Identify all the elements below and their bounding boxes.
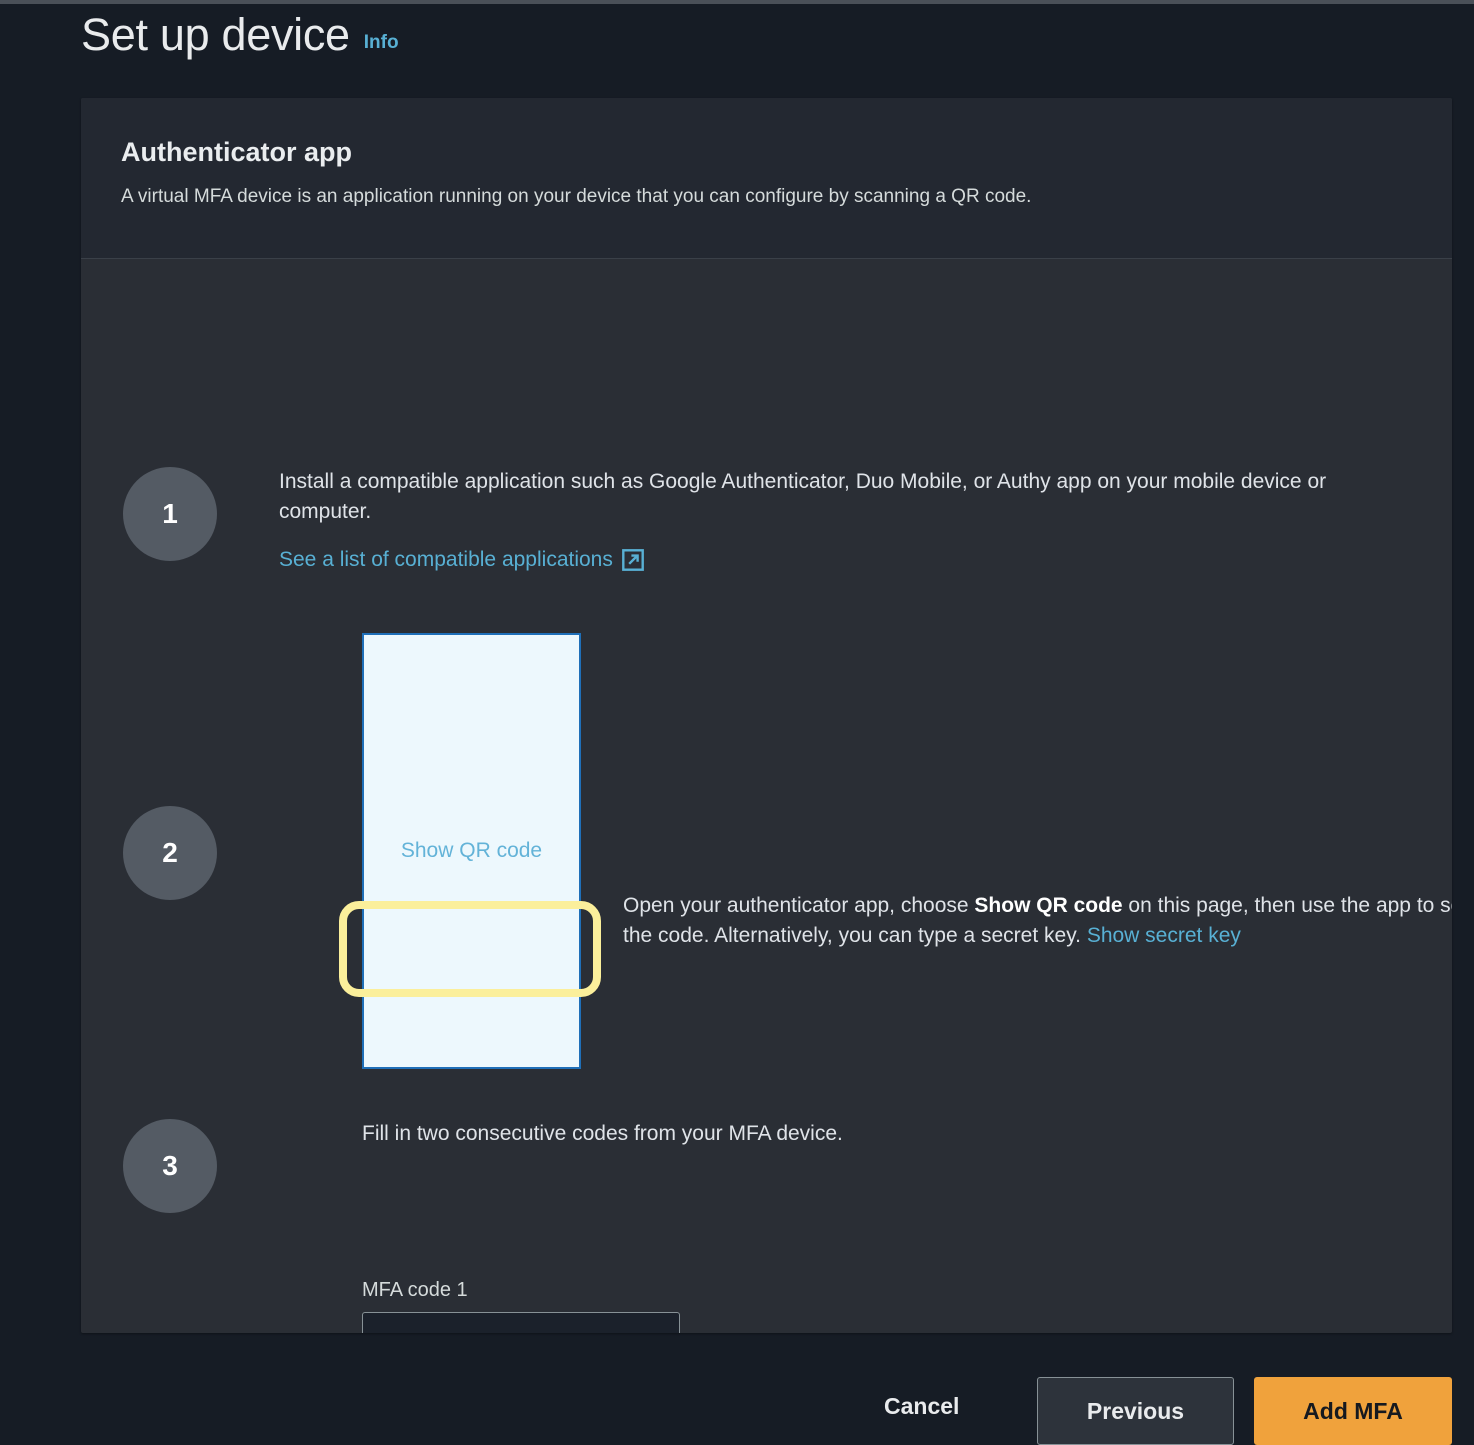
footer-actions — [0, 1360, 1474, 1440]
compatible-applications-link-label: See a list of compatible applications — [279, 547, 613, 571]
setup-device-card: Authenticator app A virtual MFA device i… — [81, 98, 1452, 1333]
step-1-number: 1 — [123, 467, 217, 561]
mfa-code-1-input[interactable] — [362, 1312, 680, 1333]
page-header: Set up device Info — [81, 4, 1452, 64]
mfa-code-1-group: MFA code 1 — [362, 1279, 680, 1333]
step-2: 2 — [123, 806, 1413, 900]
step-1-text: Install a compatible application such as… — [279, 470, 1327, 523]
previous-button[interactable]: Previous — [1037, 1377, 1234, 1445]
card-header: Authenticator app A virtual MFA device i… — [81, 98, 1452, 259]
step-1-content: Install a compatible application such as… — [279, 467, 1413, 572]
step-3-number: 3 — [123, 1119, 217, 1213]
compatible-applications-link[interactable]: See a list of compatible applications — [279, 548, 644, 572]
show-qr-code-button[interactable]: Show QR code — [364, 839, 579, 863]
add-mfa-button[interactable]: Add MFA — [1254, 1377, 1452, 1445]
show-secret-key-link[interactable]: Show secret key — [1087, 924, 1241, 947]
qr-code-area: Show QR code — [362, 633, 581, 1069]
step-2-text-bold: Show QR code — [974, 894, 1123, 917]
qr-code-placeholder: Show QR code — [362, 633, 581, 1069]
card-body: 1 Install a compatible application such … — [81, 259, 1452, 1333]
step-1: 1 Install a compatible application such … — [123, 467, 1413, 572]
info-link[interactable]: Info — [364, 32, 399, 54]
mfa-code-1-label: MFA code 1 — [362, 1279, 468, 1301]
step-2-number: 2 — [123, 806, 217, 900]
mfa-code-fields: MFA code 1 MFA code 2 — [362, 1279, 680, 1333]
step-2-text-part-1: Open your authenticator app, choose — [623, 894, 975, 917]
cancel-button[interactable]: Cancel — [884, 1393, 959, 1420]
step-2-text: Open your authenticator app, choose Show… — [623, 891, 1452, 951]
card-description: A virtual MFA device is an application r… — [121, 185, 1032, 207]
external-link-icon — [621, 548, 644, 571]
step-3: 3 — [123, 1119, 1413, 1213]
page-title: Set up device — [81, 8, 350, 60]
card-title: Authenticator app — [121, 137, 353, 167]
